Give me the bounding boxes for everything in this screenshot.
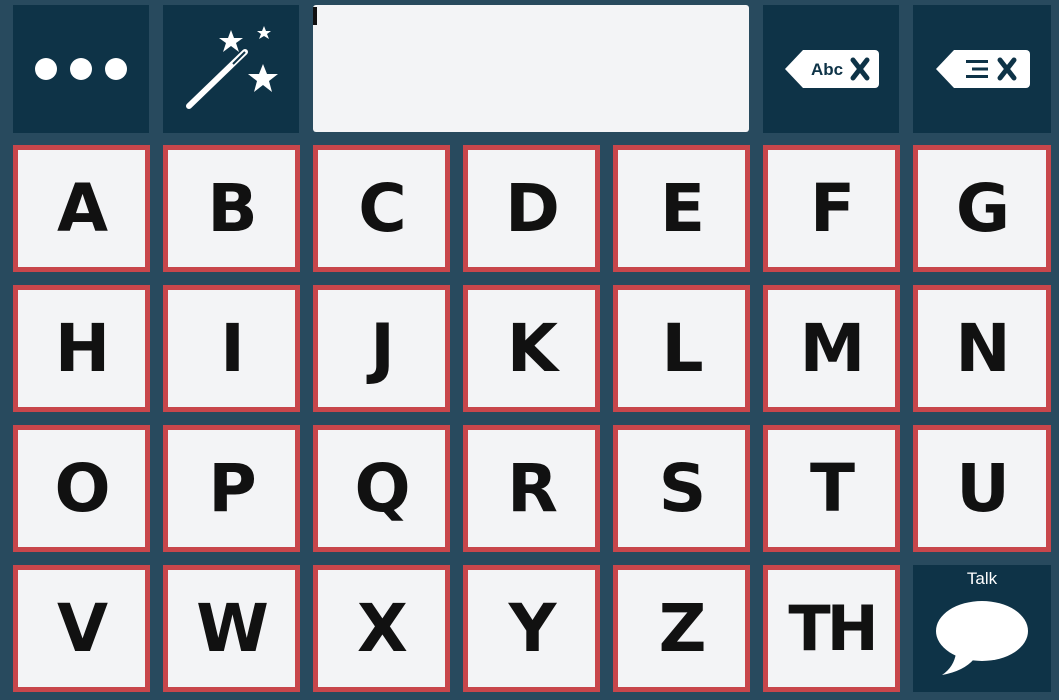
key-label: M [799,309,866,387]
key-label: R [507,449,558,527]
key-c[interactable]: C [313,145,450,272]
key-label: C [358,169,406,247]
key-v[interactable]: V [13,565,150,692]
keyboard-board: Abc A B C D E F G H I J K L M N O P Q R … [0,0,1059,700]
key-label: N [955,309,1010,387]
key-y[interactable]: Y [463,565,600,692]
key-label: L [661,309,703,387]
clear-all-button[interactable] [913,5,1051,133]
key-r[interactable]: R [463,425,600,552]
clear-word-button[interactable]: Abc [763,5,899,133]
key-label: P [208,449,256,527]
key-m[interactable]: M [763,285,900,412]
clear-word-label: Abc [811,60,843,79]
key-label: B [207,169,257,247]
key-n[interactable]: N [913,285,1051,412]
key-j[interactable]: J [313,285,450,412]
key-g[interactable]: G [913,145,1051,272]
key-label: V [56,589,108,667]
more-dots-icon [34,57,128,81]
key-label: Z [658,589,707,667]
key-f[interactable]: F [763,145,900,272]
key-i[interactable]: I [163,285,300,412]
key-label: Q [354,449,410,527]
talk-label: Talk [966,569,998,588]
key-d[interactable]: D [463,145,600,272]
key-label: K [506,309,558,387]
key-th[interactable]: TH [763,565,900,692]
key-s[interactable]: S [613,425,750,552]
talk-button[interactable]: Talk [913,565,1051,692]
key-label: X [357,589,408,667]
key-k[interactable]: K [463,285,600,412]
magic-wand-icon [181,24,281,114]
more-button[interactable] [13,5,149,133]
key-label: T [809,449,855,527]
key-u[interactable]: U [913,425,1051,552]
key-q[interactable]: Q [313,425,450,552]
key-label: A [56,169,108,247]
key-label: TH [788,591,878,665]
key-h[interactable]: H [13,285,150,412]
key-label: U [956,449,1010,527]
key-label: H [54,309,110,387]
word-prediction-button[interactable] [163,5,299,133]
key-e[interactable]: E [613,145,750,272]
key-p[interactable]: P [163,425,300,552]
key-label: Y [508,589,557,667]
key-label: F [809,169,855,247]
message-text-field[interactable] [313,5,749,132]
key-label: E [659,169,705,247]
clear-word-icon: Abc [783,48,879,90]
key-b[interactable]: B [163,145,300,272]
clear-all-icon [934,48,1030,90]
key-label: D [505,169,560,247]
key-label: J [370,309,395,387]
speech-bubble-icon [934,597,1030,677]
key-label: O [54,449,110,527]
key-label: W [196,589,269,667]
key-z[interactable]: Z [613,565,750,692]
key-label: G [955,169,1010,247]
text-cursor [313,7,317,25]
key-l[interactable]: L [613,285,750,412]
key-label: S [658,449,707,527]
key-o[interactable]: O [13,425,150,552]
key-a[interactable]: A [13,145,150,272]
key-x[interactable]: X [313,565,450,692]
key-label: I [220,309,245,387]
key-t[interactable]: T [763,425,900,552]
key-w[interactable]: W [163,565,300,692]
